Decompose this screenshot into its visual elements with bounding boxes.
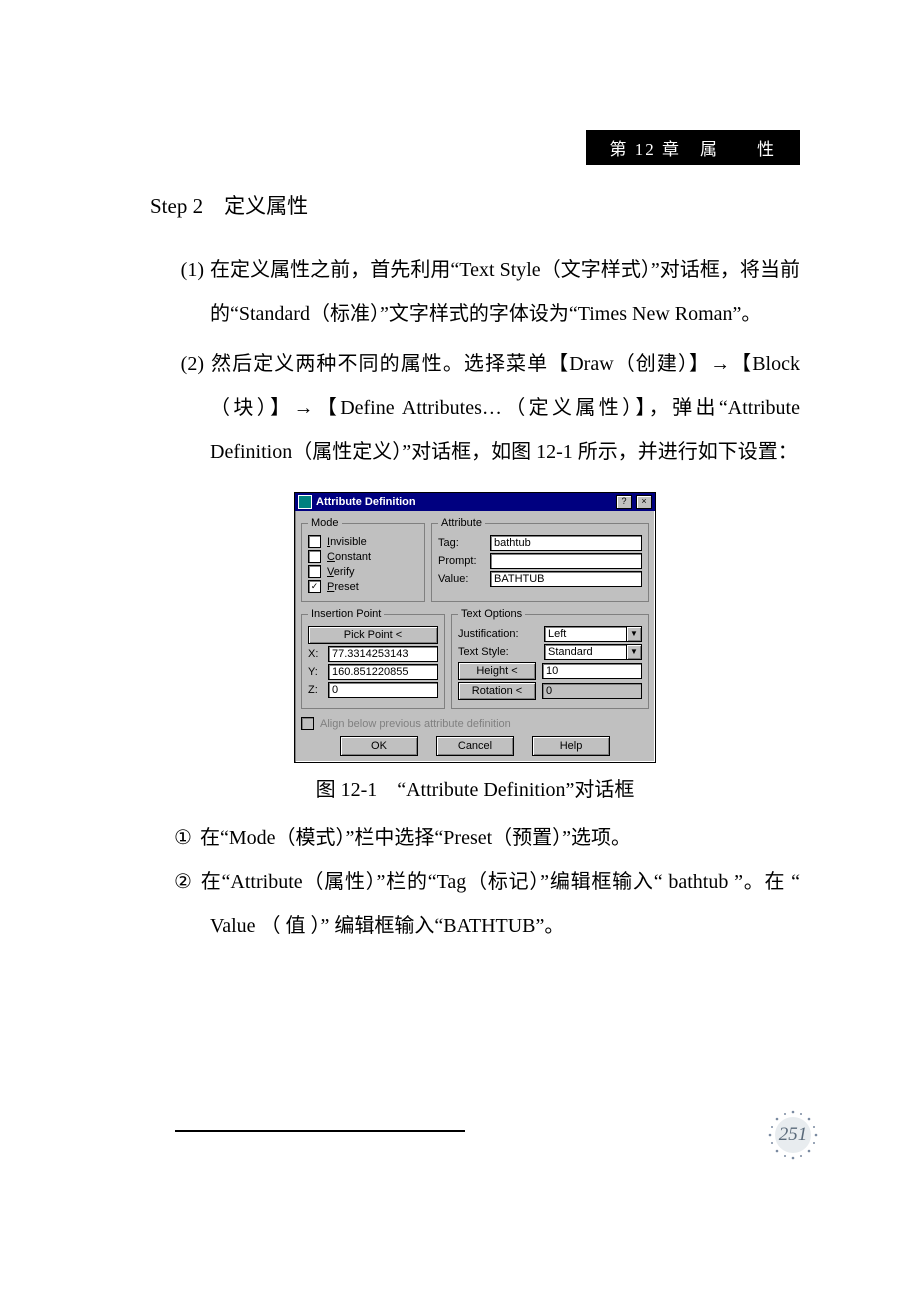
align-checkbox	[301, 717, 314, 730]
preset-label: Preset	[327, 581, 359, 593]
x-row: X: 77.3314253143	[308, 646, 438, 662]
x-label: X:	[308, 648, 322, 660]
prompt-label: Prompt:	[438, 555, 484, 567]
z-row: Z: 0	[308, 682, 438, 698]
value-label: Value:	[438, 573, 484, 585]
verify-checkbox[interactable]	[308, 565, 321, 578]
list-item: (2)然后定义两种不同的属性。选择菜单【Draw（创建）】→【Block（块）】…	[210, 342, 800, 474]
list-marker: (1)	[170, 248, 210, 292]
invisible-checkbox[interactable]	[308, 535, 321, 548]
list-item: (1)在定义属性之前，首先利用“Text Style（文字样式）”对话框，将当前…	[210, 248, 800, 336]
just-combo[interactable]: Left ▼	[544, 626, 642, 642]
tag-label: Tag:	[438, 537, 484, 549]
help-button[interactable]: ?	[616, 495, 632, 509]
style-label: Text Style:	[458, 646, 538, 658]
mode-verify-row: Verify	[308, 565, 418, 578]
textopt-legend: Text Options	[458, 608, 525, 620]
z-label: Z:	[308, 684, 322, 696]
system-icon	[298, 495, 312, 509]
z-input[interactable]: 0	[328, 682, 438, 698]
bottom-row: Insertion Point Pick Point < X: 77.33142…	[301, 606, 649, 713]
step-title: 定义属性	[203, 194, 308, 218]
cancel-button[interactable]: Cancel	[436, 736, 514, 756]
chapter-banner: 第 12 章 属 性	[586, 130, 801, 165]
just-row: Justification: Left ▼	[458, 626, 642, 642]
height-button[interactable]: Height <	[458, 662, 536, 680]
just-value: Left	[544, 626, 627, 642]
insertion-group: Insertion Point Pick Point < X: 77.33142…	[301, 608, 445, 709]
style-row: Text Style: Standard ▼	[458, 644, 642, 660]
insertion-legend: Insertion Point	[308, 608, 384, 620]
page: 第 12 章 属 性 Step 2 定义属性 (1)在定义属性之前，首先利用“T…	[0, 0, 920, 1302]
attribute-group: Attribute Tag: bathtub Prompt: Value: BA…	[431, 517, 649, 602]
y-input[interactable]: 160.851220855	[328, 664, 438, 680]
list-text: 在定义属性之前，首先利用“Text Style（文字样式）”对话框，将当前的“S…	[210, 259, 800, 325]
chevron-down-icon[interactable]: ▼	[627, 644, 642, 660]
textopt-group: Text Options Justification: Left ▼ Text …	[451, 608, 649, 709]
list-marker: (2)	[170, 342, 210, 386]
height-row: Height < 10	[458, 662, 642, 680]
value-row: Value: BATHTUB	[438, 571, 642, 587]
page-number: 251	[779, 1124, 808, 1146]
invisible-label: IInvisiblenvisible	[327, 536, 367, 548]
step-heading: Step 2 定义属性	[150, 190, 800, 220]
y-row: Y: 160.851220855	[308, 664, 438, 680]
footer-rule	[175, 1130, 465, 1132]
pick-row: Pick Point <	[308, 626, 438, 644]
prompt-row: Prompt:	[438, 553, 642, 569]
just-label: Justification:	[458, 628, 538, 640]
tag-input[interactable]: bathtub	[490, 535, 642, 551]
page-number-badge: 251	[766, 1108, 820, 1162]
close-button[interactable]: ×	[636, 495, 652, 509]
dialog-figure: Attribute Definition ? × Mode IInvisible…	[150, 492, 800, 763]
rotation-input[interactable]: 0	[542, 683, 642, 699]
list-text: 在“Attribute（属性）”栏的“Tag（标记）”编辑框输入“ bathtu…	[200, 871, 800, 937]
preset-checkbox[interactable]: ✓	[308, 580, 321, 593]
align-label: Align below previous attribute definitio…	[320, 718, 511, 730]
prompt-input[interactable]	[490, 553, 642, 569]
height-input[interactable]: 10	[542, 663, 642, 679]
help-button[interactable]: Help	[532, 736, 610, 756]
list-item: ②在“Attribute（属性）”栏的“Tag（标记）”编辑框输入“ batht…	[210, 860, 800, 948]
y-label: Y:	[308, 666, 322, 678]
style-combo[interactable]: Standard ▼	[544, 644, 642, 660]
pick-point-button[interactable]: Pick Point <	[308, 626, 438, 644]
attribute-definition-dialog: Attribute Definition ? × Mode IInvisible…	[294, 492, 656, 763]
top-row: Mode IInvisiblenvisible Constant Verify	[301, 515, 649, 606]
list-marker: ②	[166, 860, 200, 904]
mode-preset-row: ✓ Preset	[308, 580, 418, 593]
style-value: Standard	[544, 644, 627, 660]
ordered-list: (1)在定义属性之前，首先利用“Text Style（文字样式）”对话框，将当前…	[150, 248, 800, 474]
dialog-body: Mode IInvisiblenvisible Constant Verify	[295, 511, 655, 762]
ok-button[interactable]: OK	[340, 736, 418, 756]
mode-legend: Mode	[308, 517, 342, 529]
figure-caption: 图 12-1 “Attribute Definition”对话框	[150, 773, 800, 802]
constant-checkbox[interactable]	[308, 550, 321, 563]
mode-group: Mode IInvisiblenvisible Constant Verify	[301, 517, 425, 602]
rotation-button[interactable]: Rotation <	[458, 682, 536, 700]
step-number: Step 2	[150, 194, 203, 218]
verify-label: Verify	[327, 566, 355, 578]
dialog-title: Attribute Definition	[316, 496, 612, 508]
list-text: 然后定义两种不同的属性。选择菜单【Draw（创建）】→【Block（块）】→【D…	[210, 353, 800, 463]
chevron-down-icon[interactable]: ▼	[627, 626, 642, 642]
dialog-button-row: OK Cancel Help	[301, 736, 649, 756]
titlebar: Attribute Definition ? ×	[295, 493, 655, 511]
sub-list: ①在“Mode（模式）”栏中选择“Preset（预置）”选项。 ②在“Attri…	[150, 816, 800, 948]
rotation-row: Rotation < 0	[458, 682, 642, 700]
list-text: 在“Mode（模式）”栏中选择“Preset（预置）”选项。	[200, 827, 631, 849]
align-row: Align below previous attribute definitio…	[301, 717, 649, 730]
mode-constant-row: Constant	[308, 550, 418, 563]
value-input[interactable]: BATHTUB	[490, 571, 642, 587]
tag-row: Tag: bathtub	[438, 535, 642, 551]
mode-invisible-row: IInvisiblenvisible	[308, 535, 418, 548]
list-item: ①在“Mode（模式）”栏中选择“Preset（预置）”选项。	[210, 816, 800, 860]
constant-label: Constant	[327, 551, 371, 563]
x-input[interactable]: 77.3314253143	[328, 646, 438, 662]
list-marker: ①	[166, 816, 200, 860]
attribute-legend: Attribute	[438, 517, 485, 529]
